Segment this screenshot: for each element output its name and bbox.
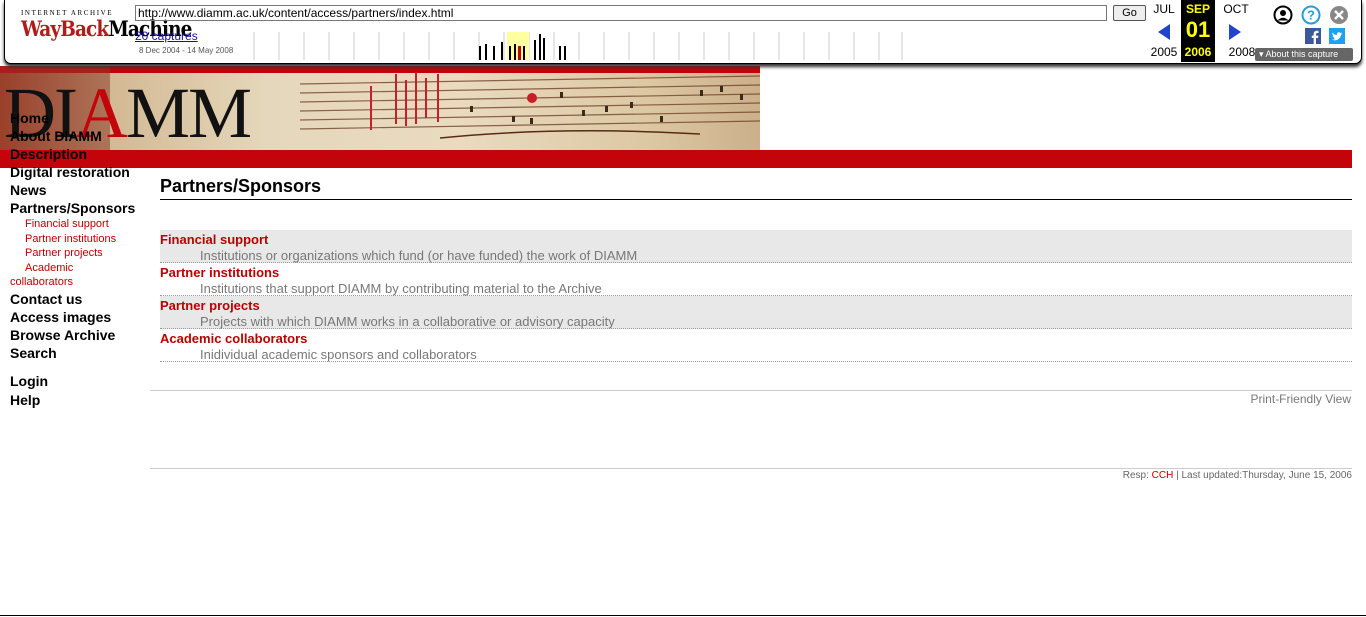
nav-browse-archive[interactable]: Browse Archive	[10, 326, 150, 344]
main-content: Partners/Sponsors Financial support Inst…	[160, 176, 1352, 362]
wayback-logo[interactable]: INTERNET ARCHIVE WayBackMachine	[21, 9, 192, 49]
wayback-logo-main: WayBackMachine	[21, 16, 192, 41]
window-bottom-line	[0, 615, 1366, 616]
list-item-link[interactable]: Financial support	[160, 232, 268, 247]
list-item: Partner institutions Institutions that s…	[160, 263, 1352, 296]
list-item-desc: Institutions that support DIAMM by contr…	[200, 281, 602, 296]
next-month-label[interactable]: OCT	[1219, 2, 1253, 16]
last-updated: Last updated:Thursday, June 15, 2006	[1181, 470, 1353, 481]
user-icon[interactable]	[1273, 5, 1293, 25]
nav-news[interactable]: News	[10, 181, 150, 199]
prev-capture-arrow-icon[interactable]	[1156, 23, 1172, 41]
nav-search[interactable]: Search	[10, 344, 150, 362]
close-icon[interactable]	[1329, 5, 1349, 25]
capture-sparkline[interactable]	[251, 32, 903, 60]
wayback-go-button[interactable]: Go	[1113, 5, 1146, 21]
about-capture-button[interactable]: ▾ About this capture	[1255, 48, 1353, 61]
sidebar-nav: Home About DIAMM Description Digital res…	[10, 109, 150, 409]
nav-access-images[interactable]: Access images	[10, 308, 150, 326]
prev-year-label[interactable]: 2005	[1147, 45, 1181, 59]
list-item: Financial support Institutions or organi…	[160, 230, 1352, 263]
nav-sub-projects[interactable]: Partner projects	[10, 246, 150, 261]
facebook-icon[interactable]	[1305, 28, 1321, 44]
current-year-label: 2006	[1184, 45, 1212, 59]
nav-about[interactable]: About DIAMM	[10, 127, 150, 145]
page-title: Partners/Sponsors	[160, 176, 1352, 200]
list-item-link[interactable]: Partner institutions	[160, 265, 279, 280]
current-day-label: 01	[1185, 17, 1211, 42]
divider	[150, 468, 1352, 469]
nav-description[interactable]: Description	[10, 145, 150, 163]
divider	[150, 390, 1352, 391]
wayback-date-range: 8 Dec 2004 - 14 May 2008	[139, 46, 234, 55]
list-item-desc: Institutions or organizations which fund…	[200, 248, 638, 263]
svg-text:?: ?	[1307, 8, 1315, 23]
nav-sub-academic[interactable]: Academic collaborators	[10, 261, 90, 290]
nav-contact[interactable]: Contact us	[10, 290, 150, 308]
wayback-url-input[interactable]: http://www.diamm.ac.uk/content/access/pa…	[135, 5, 1107, 21]
list-item: Partner projects Projects with which DIA…	[160, 296, 1352, 329]
wayback-captures-link[interactable]: 20 captures	[135, 29, 198, 43]
nav-help[interactable]: Help	[10, 391, 150, 409]
list-item-link[interactable]: Academic collaborators	[160, 331, 307, 346]
next-year-label[interactable]: 2008	[1225, 45, 1259, 59]
nav-sub-institutions[interactable]: Partner institutions	[10, 232, 150, 247]
current-month-label: SEP	[1185, 2, 1210, 16]
list-item-desc: Inidividual academic sponsors and collab…	[200, 347, 477, 362]
help-icon[interactable]: ?	[1301, 5, 1321, 25]
resp-link[interactable]: CCH	[1152, 470, 1174, 481]
header-red-bar	[0, 150, 1352, 168]
next-capture-arrow-icon[interactable]	[1227, 23, 1243, 41]
list-item-desc: Projects with which DIAMM works in a col…	[200, 314, 615, 329]
nav-home[interactable]: Home	[10, 109, 150, 127]
twitter-icon[interactable]	[1329, 28, 1345, 44]
nav-login[interactable]: Login	[10, 372, 150, 390]
footer-separator: |	[1176, 470, 1179, 481]
nav-partners[interactable]: Partners/Sponsors	[10, 199, 150, 217]
list-item: Academic collaborators Inidividual acade…	[160, 329, 1352, 362]
resp-label: Resp:	[1122, 470, 1149, 481]
wayback-icon-group: ?	[1273, 4, 1353, 48]
nav-digital-restoration[interactable]: Digital restoration	[10, 163, 150, 181]
print-friendly-link[interactable]: Print-Friendly View	[1251, 392, 1351, 406]
wayback-toolbar: INTERNET ARCHIVE WayBackMachine http://w…	[4, 0, 1362, 64]
list-item-link[interactable]: Partner projects	[160, 298, 260, 313]
prev-month-label[interactable]: JUL	[1147, 2, 1181, 16]
nav-sub-financial[interactable]: Financial support	[10, 217, 150, 232]
wayback-month-nav: JUL SEP OCT 01 2005 2006 2008	[1145, 0, 1255, 62]
page-footer: Resp: CCH | Last updated:Thursday, June …	[1123, 470, 1352, 481]
